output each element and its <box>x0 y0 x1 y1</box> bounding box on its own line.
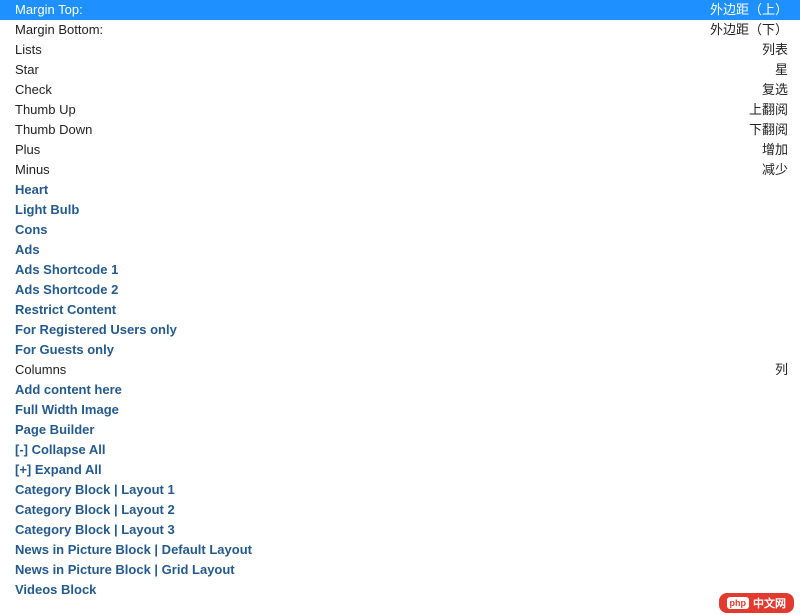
list-item[interactable]: Ads Shortcode 2 <box>0 280 800 300</box>
list-item[interactable]: Videos Block <box>0 580 800 600</box>
target-text: 复选 <box>762 80 788 100</box>
source-text: [+] Expand All <box>15 460 788 480</box>
target-text: 星 <box>775 60 788 80</box>
source-text: Thumb Down <box>15 120 749 140</box>
target-text: 列 <box>775 360 788 380</box>
list-item[interactable]: Category Block | Layout 3 <box>0 520 800 540</box>
list-item[interactable]: For Guests only <box>0 340 800 360</box>
source-text: Lists <box>15 40 762 60</box>
list-item[interactable]: Ads <box>0 240 800 260</box>
target-text: 增加 <box>762 140 788 160</box>
list-item[interactable]: Margin Bottom:外边距（下） <box>0 20 800 40</box>
source-text: Heart <box>15 180 788 200</box>
list-item[interactable]: Restrict Content <box>0 300 800 320</box>
source-text: Check <box>15 80 762 100</box>
target-text: 下翻阅 <box>749 120 788 140</box>
source-text: Thumb Up <box>15 100 749 120</box>
list-item[interactable]: Thumb Down下翻阅 <box>0 120 800 140</box>
source-text: News in Picture Block | Default Layout <box>15 540 788 560</box>
source-text: Page Builder <box>15 420 788 440</box>
source-text: News in Picture Block | Grid Layout <box>15 560 788 580</box>
list-item[interactable]: Full Width Image <box>0 400 800 420</box>
list-item[interactable]: [+] Expand All <box>0 460 800 480</box>
source-text: Columns <box>15 360 775 380</box>
list-item[interactable]: Ads Shortcode 1 <box>0 260 800 280</box>
source-text: [-] Collapse All <box>15 440 788 460</box>
source-text: Videos Block <box>15 580 788 600</box>
target-text: 外边距（下） <box>710 20 788 40</box>
list-item[interactable]: Heart <box>0 180 800 200</box>
source-text: Minus <box>15 160 762 180</box>
list-item[interactable]: Page Builder <box>0 420 800 440</box>
list-item[interactable]: News in Picture Block | Grid Layout <box>0 560 800 580</box>
target-text: 上翻阅 <box>749 100 788 120</box>
source-text: Margin Top: <box>15 0 710 20</box>
source-text: Cons <box>15 220 788 240</box>
source-text: Light Bulb <box>15 200 788 220</box>
list-item[interactable]: Category Block | Layout 2 <box>0 500 800 520</box>
source-text: Ads Shortcode 2 <box>15 280 788 300</box>
list-item[interactable]: News in Picture Block | Default Layout <box>0 540 800 560</box>
list-item[interactable]: Star星 <box>0 60 800 80</box>
watermark-tag: php <box>727 597 750 609</box>
list-item[interactable]: Check复选 <box>0 80 800 100</box>
list-item[interactable]: Add content here <box>0 380 800 400</box>
watermark-badge: php 中文网 <box>719 593 795 613</box>
source-text: Full Width Image <box>15 400 788 420</box>
list-item[interactable]: Thumb Up上翻阅 <box>0 100 800 120</box>
source-text: Add content here <box>15 380 788 400</box>
target-text: 减少 <box>762 160 788 180</box>
list-item[interactable]: Category Block | Layout 1 <box>0 480 800 500</box>
source-text: Star <box>15 60 775 80</box>
list-item[interactable]: Margin Top:外边距（上） <box>0 0 800 20</box>
source-text: Category Block | Layout 1 <box>15 480 788 500</box>
source-text: Category Block | Layout 2 <box>15 500 788 520</box>
source-text: Category Block | Layout 3 <box>15 520 788 540</box>
source-text: Restrict Content <box>15 300 788 320</box>
list-item[interactable]: Columns列 <box>0 360 800 380</box>
translation-list: Margin Top:外边距（上）Margin Bottom:外边距（下）Lis… <box>0 0 800 600</box>
source-text: Plus <box>15 140 762 160</box>
source-text: For Registered Users only <box>15 320 788 340</box>
source-text: For Guests only <box>15 340 788 360</box>
list-item[interactable]: For Registered Users only <box>0 320 800 340</box>
source-text: Ads <box>15 240 788 260</box>
list-item[interactable]: [-] Collapse All <box>0 440 800 460</box>
list-item[interactable]: Plus增加 <box>0 140 800 160</box>
list-item[interactable]: Lists列表 <box>0 40 800 60</box>
list-item[interactable]: Cons <box>0 220 800 240</box>
list-item[interactable]: Light Bulb <box>0 200 800 220</box>
target-text: 列表 <box>762 40 788 60</box>
source-text: Ads Shortcode 1 <box>15 260 788 280</box>
watermark-text: 中文网 <box>753 595 786 611</box>
target-text: 外边距（上） <box>710 0 788 20</box>
source-text: Margin Bottom: <box>15 20 710 40</box>
list-item[interactable]: Minus减少 <box>0 160 800 180</box>
